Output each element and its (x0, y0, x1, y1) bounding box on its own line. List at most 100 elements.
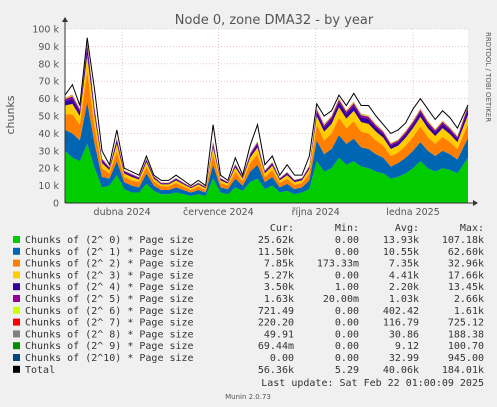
chart-title: Node 0, zone DMA32 - by year (175, 13, 374, 28)
legend-series-name: Chunks of (2^ 2) * Page size (25, 259, 194, 270)
legend-value-cur: 25.62k (258, 235, 294, 246)
legend-series-name: Chunks of (2^ 5) * Page size (25, 294, 194, 305)
legend-swatch (13, 271, 20, 279)
legend-swatch (13, 318, 20, 326)
legend-value-max: 184.01k (442, 365, 484, 376)
y-tick-label: 90 k (38, 42, 59, 53)
legend-series-name: Chunks of (2^ 0) * Page size (25, 235, 194, 246)
legend-value-cur: 0.00 (270, 353, 294, 364)
legend-value-min: 0.00 (335, 235, 359, 246)
legend-value-max: 32.96k (448, 259, 484, 270)
legend-value-avg: 32.99 (389, 353, 419, 364)
legend-value-min: 0.00 (335, 270, 359, 281)
legend-value-avg: 1.03k (389, 294, 419, 305)
x-tick-label: července 2024 (183, 207, 254, 218)
x-axis-arrow (473, 200, 478, 206)
legend-value-min: 0.00 (335, 341, 359, 352)
x-tick-label: ledna 2025 (386, 207, 440, 218)
y-tick-label: 70 k (38, 77, 59, 88)
legend-value-avg: 402.42 (383, 306, 419, 317)
legend-value-avg: 10.55k (383, 247, 419, 258)
legend: Cur: Min: Avg: Max: Chunks of (2^ 0) * Page … (13, 223, 484, 376)
legend-column-header: Avg: (395, 223, 419, 234)
legend-swatch (13, 330, 20, 338)
legend-swatch (13, 247, 20, 255)
y-tick-label: 100 k (32, 25, 59, 36)
legend-value-min: 0.00 (335, 353, 359, 364)
legend-series-name: Total (25, 365, 55, 376)
legend-value-max: 188.38 (448, 329, 484, 340)
legend-value-cur: 49.91 (264, 329, 294, 340)
legend-column-header: Cur: (270, 223, 294, 234)
legend-column-header: Min: (335, 223, 359, 234)
legend-value-max: 107.18k (442, 235, 484, 246)
legend-swatch (13, 236, 20, 243)
legend-swatch (13, 354, 20, 361)
legend-series-name: Chunks of (2^ 9) * Page size (25, 341, 194, 352)
legend-value-avg: 40.06k (383, 365, 419, 376)
x-tick-label: října 2024 (292, 207, 340, 218)
legend-value-min: 0.00 (335, 247, 359, 258)
legend-value-max: 100.70 (448, 341, 484, 352)
legend-swatch (13, 365, 20, 373)
legend-series-name: Chunks of (2^ 6) * Page size (25, 306, 194, 317)
legend-value-max: 1.61k (454, 306, 484, 317)
legend-value-min: 0.00 (335, 306, 359, 317)
legend-value-cur: 3.50k (264, 282, 294, 293)
y-axis-arrow (62, 17, 68, 22)
legend-value-avg: 9.12 (395, 341, 419, 352)
legend-value-avg: 4.41k (389, 270, 419, 281)
legend-value-max: 2.66k (454, 294, 484, 305)
legend-value-avg: 13.93k (383, 235, 419, 246)
legend-value-max: 62.60k (448, 247, 484, 258)
y-axis-label: chunks (4, 95, 17, 134)
legend-series-name: Chunks of (2^ 8) * Page size (25, 329, 194, 340)
legend-value-min: 1.00 (335, 282, 359, 293)
legend-value-min: 20.00m (323, 294, 359, 305)
legend-series-name: Chunks of (2^ 7) * Page size (25, 318, 194, 329)
y-tick-label: 30 k (38, 146, 59, 157)
legend-value-cur: 220.20 (258, 318, 294, 329)
y-tick-label: 10 k (38, 181, 59, 192)
legend-value-cur: 7.85k (264, 259, 294, 270)
legend-value-cur: 11.50k (258, 247, 294, 258)
legend-swatch (13, 306, 20, 314)
legend-swatch (13, 342, 20, 350)
legend-value-avg: 7.35k (389, 259, 419, 270)
legend-series-name: Chunks of (2^ 1) * Page size (25, 247, 194, 258)
x-tick-label: dubna 2024 (94, 207, 151, 218)
legend-value-avg: 30.86 (389, 329, 419, 340)
munin-version: Munin 2.0.73 (225, 393, 271, 401)
legend-series-name: Chunks of (2^10) * Page size (25, 353, 194, 364)
legend-value-cur: 1.63k (264, 294, 294, 305)
legend-swatch (13, 283, 20, 291)
y-tick-label: 20 k (38, 164, 59, 175)
legend-value-avg: 116.79 (383, 318, 419, 329)
y-tick-label: 50 k (38, 112, 59, 123)
last-update: Last update: Sat Feb 22 01:00:09 2025 (261, 378, 484, 389)
legend-value-max: 945.00 (448, 353, 484, 364)
legend-series-name: Chunks of (2^ 3) * Page size (25, 270, 194, 281)
legend-column-header: Max: (460, 223, 484, 234)
legend-value-min: 5.29 (335, 365, 359, 376)
rrdtool-side-label: RRDTOOL / TOBI OETIKER (484, 32, 492, 122)
legend-swatch (13, 259, 20, 267)
legend-value-cur: 69.44m (258, 341, 294, 352)
legend-value-cur: 5.27k (264, 270, 294, 281)
legend-value-avg: 2.20k (389, 282, 419, 293)
legend-value-max: 725.12 (448, 318, 484, 329)
y-tick-label: 40 k (38, 129, 59, 140)
legend-value-min: 0.00 (335, 318, 359, 329)
legend-value-min: 173.33m (317, 259, 359, 270)
y-tick-label: 80 k (38, 59, 59, 70)
chart: Node 0, zone DMA32 - by year chunks RRDT… (4, 13, 492, 401)
y-tick-label: 60 k (38, 94, 59, 105)
legend-value-min: 0.00 (335, 329, 359, 340)
legend-value-cur: 56.36k (258, 365, 294, 376)
legend-value-cur: 721.49 (258, 306, 294, 317)
legend-value-max: 17.66k (448, 270, 484, 281)
legend-value-max: 13.45k (448, 282, 484, 293)
y-tick-label: 0 (53, 199, 59, 210)
legend-series-name: Chunks of (2^ 4) * Page size (25, 282, 194, 293)
legend-swatch (13, 295, 20, 302)
